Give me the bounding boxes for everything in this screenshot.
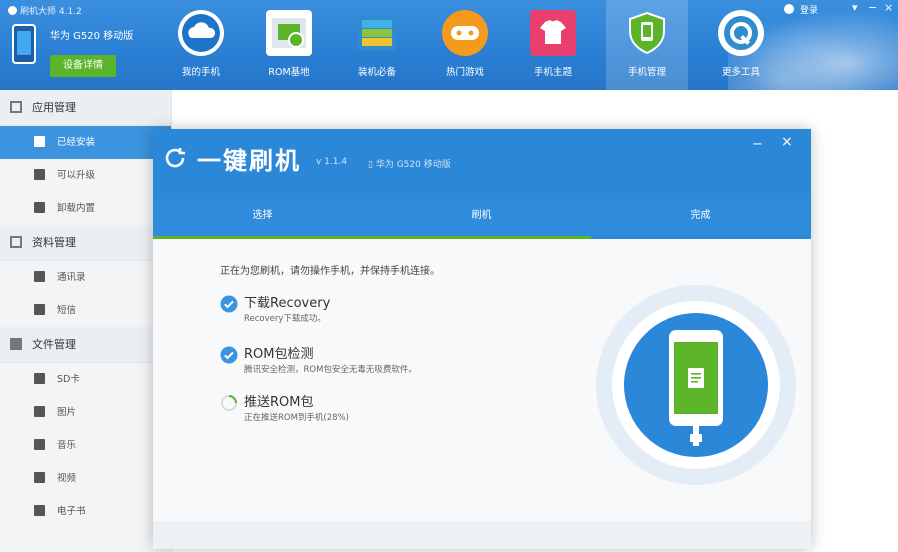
- rom-box-icon: [266, 10, 312, 56]
- sidebar-item-ebook[interactable]: 电子书: [0, 495, 171, 528]
- phone-small-icon: ▯: [368, 160, 373, 170]
- sidebar-section-data[interactable]: 资料管理: [0, 225, 171, 261]
- device-name: 华为 G520 移动版: [50, 31, 134, 42]
- minimize-icon[interactable]: −: [868, 1, 877, 14]
- sidebar-section-apps[interactable]: 应用管理: [0, 90, 171, 126]
- sidebar-item-music[interactable]: 音乐: [0, 429, 171, 462]
- close-icon[interactable]: ×: [884, 1, 893, 14]
- step-tabs: 选择 刷机 完成: [153, 199, 811, 239]
- nav-games[interactable]: 热门游戏: [432, 0, 498, 90]
- nav-rom[interactable]: ROM基地: [256, 0, 322, 90]
- step-select: 选择: [252, 210, 273, 221]
- sidebar-section-files[interactable]: 文件管理: [0, 327, 171, 363]
- dialog-footer: [153, 521, 811, 549]
- image-icon: [34, 406, 45, 417]
- app-title: 刷机大师 4.1.2: [8, 4, 82, 17]
- phone-cable-illustration: [596, 285, 796, 485]
- step-progress-fill: [153, 236, 591, 239]
- nav-themes[interactable]: 手机主题: [520, 0, 586, 90]
- login-link[interactable]: 登录: [800, 3, 818, 16]
- trash-icon: [34, 202, 45, 213]
- ebook-icon: [34, 505, 45, 516]
- dialog-close-icon[interactable]: ×: [781, 134, 793, 150]
- top-bar: 刷机大师 4.1.2 华为 G520 移动版 设备详情 我的手机 ROM基地 装…: [0, 0, 898, 90]
- flash-dialog: 一键刷机 v 1.1.4 ▯ 华为 G520 移动版 − × 选择 刷机 完成 …: [153, 129, 811, 549]
- nav-my-phone[interactable]: 我的手机: [168, 0, 234, 90]
- sidebar-item-video[interactable]: 视频: [0, 462, 171, 495]
- sidebar-item-images[interactable]: 图片: [0, 396, 171, 429]
- gamepad-icon: [442, 10, 488, 56]
- tshirt-icon: [530, 10, 576, 56]
- music-icon: [34, 439, 45, 450]
- folder-icon: [10, 236, 22, 248]
- nav-manage[interactable]: 手机管理: [606, 0, 688, 90]
- contacts-icon: [34, 271, 45, 282]
- grid-icon: [10, 101, 22, 113]
- app-logo-icon: [8, 6, 17, 15]
- task-name: 下载Recovery: [244, 296, 331, 311]
- nav-essentials[interactable]: 装机必备: [344, 0, 410, 90]
- video-icon: [34, 472, 45, 483]
- dialog-version: v 1.1.4: [316, 157, 348, 167]
- sidebar: 应用管理 已经安装 可以升级 卸载内置 资料管理 通讯录 短信 文件管理 SD卡…: [0, 90, 172, 552]
- task-name: 推送ROM包: [244, 395, 314, 410]
- checkbox-icon: [34, 136, 45, 147]
- task-desc: 正在推送ROM到手机(28%): [244, 413, 349, 423]
- menu-icon[interactable]: ▾: [852, 1, 858, 14]
- device-phone-icon: [12, 24, 36, 64]
- nav-tools[interactable]: 更多工具: [708, 0, 774, 90]
- task-name: ROM包检测: [244, 347, 314, 362]
- shield-phone-icon: [624, 10, 670, 56]
- layers-icon: [354, 10, 400, 56]
- dialog-minimize-icon[interactable]: −: [752, 137, 763, 152]
- sidebar-item-installed[interactable]: 已经安装: [0, 126, 171, 159]
- task-desc: Recovery下载成功。: [244, 314, 326, 324]
- upgrade-icon: [34, 169, 45, 180]
- sidebar-item-uninstall-builtin[interactable]: 卸载内置: [0, 192, 171, 225]
- flash-intro-text: 正在为您刷机，请勿操作手机，并保持手机连接。: [220, 266, 440, 277]
- step-progress-bar: [153, 236, 811, 239]
- dialog-title: 一键刷机: [197, 147, 301, 175]
- dialog-device: ▯ 华为 G520 移动版: [368, 160, 451, 170]
- wrench-icon: [718, 10, 764, 56]
- sidebar-item-upgradable[interactable]: 可以升级: [0, 159, 171, 192]
- dialog-header: 一键刷机 v 1.1.4 ▯ 华为 G520 移动版 − × 选择 刷机 完成: [153, 129, 811, 239]
- user-icon[interactable]: [784, 4, 794, 14]
- sidebar-item-sdcard[interactable]: SD卡: [0, 363, 171, 396]
- task-desc: 腾讯安全检测，ROM包安全无毒无吸费软件。: [244, 365, 417, 375]
- sidebar-item-sms[interactable]: 短信: [0, 294, 171, 327]
- step-flash: 刷机: [471, 210, 492, 221]
- refresh-icon: [165, 148, 185, 168]
- device-details-button[interactable]: 设备详情: [50, 55, 116, 77]
- sdcard-icon: [34, 373, 45, 384]
- check-circle-icon: [220, 295, 238, 313]
- check-circle-icon: [220, 346, 238, 364]
- step-done: 完成: [690, 210, 711, 221]
- cloud-icon: [178, 10, 224, 56]
- sms-icon: [34, 304, 45, 315]
- loading-spinner-icon: [221, 395, 237, 411]
- sidebar-item-contacts[interactable]: 通讯录: [0, 261, 171, 294]
- file-icon: [10, 338, 22, 350]
